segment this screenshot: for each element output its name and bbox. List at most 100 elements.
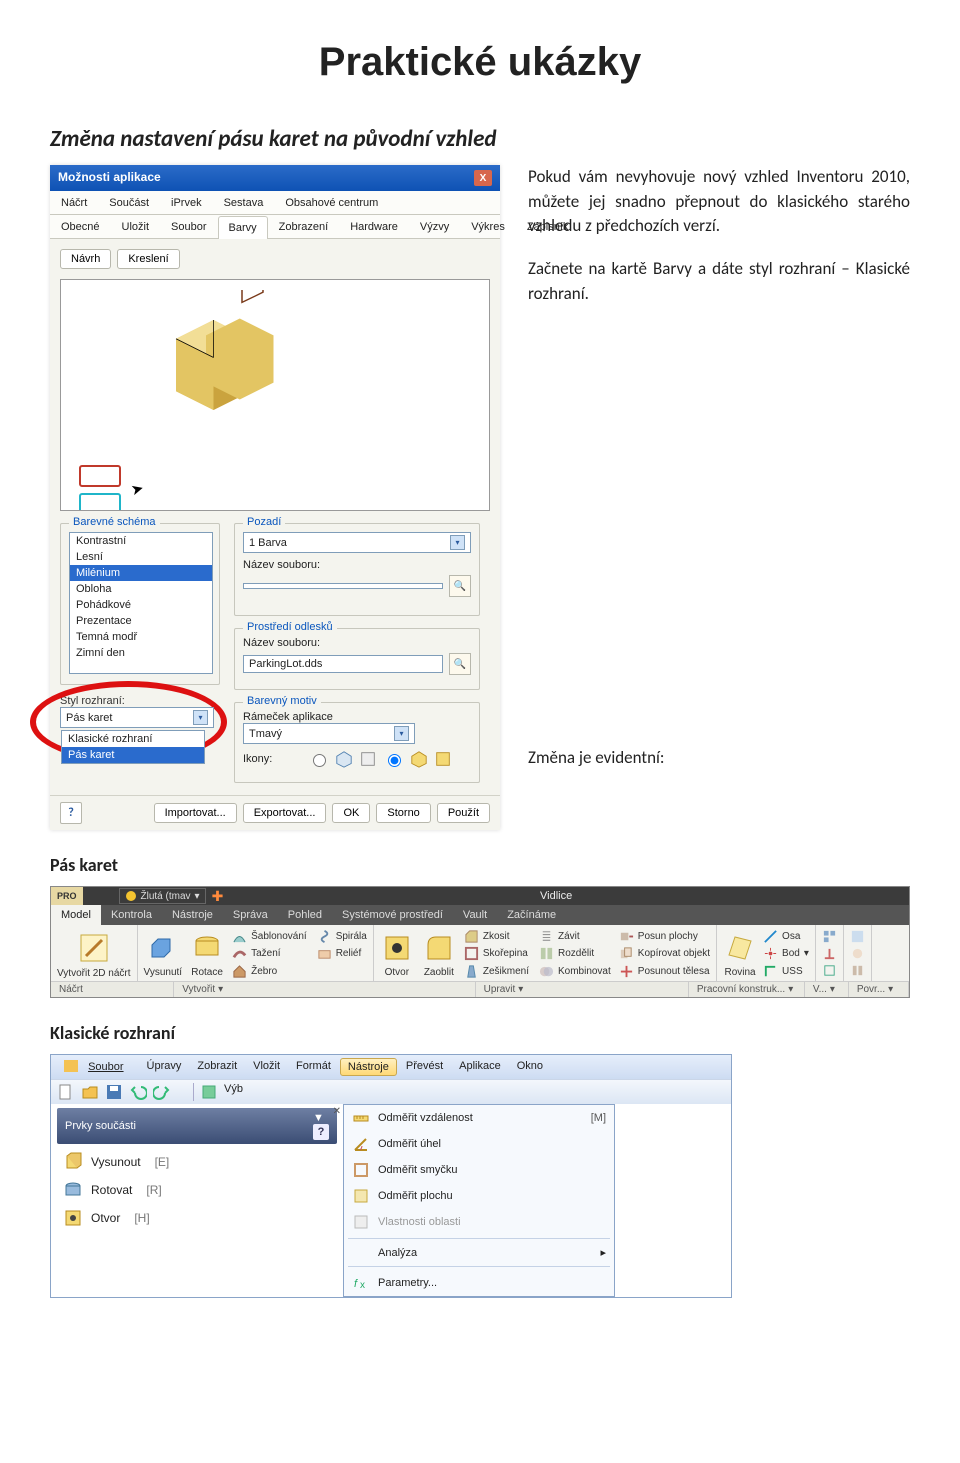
menu-soubor[interactable]: Soubor [57, 1058, 138, 1076]
rib-button[interactable]: Žebro [232, 964, 307, 979]
revolve-icon[interactable] [190, 931, 224, 965]
misc-button[interactable] [822, 946, 837, 961]
tool-otvor[interactable]: Otvor[H] [57, 1204, 337, 1232]
tab-obecne[interactable]: Obecné [50, 215, 111, 238]
browse-button[interactable]: 🔍 [449, 653, 471, 675]
tab-sestava[interactable]: Sestava [213, 191, 275, 214]
browse-button[interactable]: 🔍 [449, 575, 471, 597]
close-icon[interactable]: ✕ [333, 1106, 341, 1117]
swatch-red[interactable] [79, 465, 121, 487]
menu-measure-distance[interactable]: Odměřit vzdálenost[M] [344, 1105, 614, 1131]
split-button[interactable]: Rozdělit [539, 946, 611, 961]
point-button[interactable]: Bod ▾ [763, 946, 809, 961]
tab-zobrazeni[interactable]: Zobrazení [268, 215, 340, 238]
frame-combo[interactable]: Tmavý ▾ [243, 723, 415, 744]
chevron-down-icon[interactable]: ▾ [193, 710, 208, 725]
sketch-icon[interactable] [77, 931, 111, 965]
tab-soubor[interactable]: Soubor [160, 215, 217, 238]
background-combo[interactable]: 1 Barva ▾ [243, 532, 471, 553]
hole-icon[interactable] [380, 931, 414, 965]
scheme-item[interactable]: Prezentace [70, 613, 212, 629]
coil-button[interactable]: Spirála [317, 929, 367, 944]
shell-button[interactable]: Skořepina [464, 946, 529, 961]
ucs-button[interactable]: USS [763, 964, 809, 979]
misc-button[interactable] [822, 963, 837, 978]
tab-systemove[interactable]: Systémové prostředí [332, 905, 453, 925]
scheme-item[interactable]: Milénium [70, 565, 212, 581]
plane-button[interactable]: Rovina [723, 967, 757, 978]
tab-vault[interactable]: Vault [453, 905, 497, 925]
scheme-item[interactable]: Pohádkové [70, 597, 212, 613]
tab-iprvek[interactable]: iPrvek [160, 191, 213, 214]
tab-ulozit[interactable]: Uložit [111, 215, 161, 238]
style-option-paskaret[interactable]: Pás karet [62, 747, 204, 763]
save-icon[interactable] [105, 1083, 123, 1101]
tab-zaciname[interactable]: Začínáme [497, 905, 566, 925]
menu-prevest[interactable]: Převést [399, 1058, 450, 1076]
style-combo[interactable]: Pás karet ▾ Klasické rozhraní Pás karet [60, 707, 214, 728]
menu-aplikace[interactable]: Aplikace [452, 1058, 508, 1076]
menu-format[interactable]: Formát [289, 1058, 338, 1076]
close-icon[interactable]: X [474, 170, 492, 186]
swatch-cyan[interactable] [79, 493, 121, 511]
copy-object-button[interactable]: Kopírovat objekt [619, 946, 710, 961]
icon-style-radio[interactable] [313, 754, 326, 767]
menu-parametry[interactable]: fx Parametry... [344, 1270, 614, 1296]
new-icon[interactable] [57, 1083, 75, 1101]
chamfer-button[interactable]: Zkosit [464, 929, 529, 944]
tab-vykres[interactable]: Výkres [460, 215, 516, 238]
panel-footer-vytvorit[interactable]: Vytvořit ▾ [174, 982, 475, 997]
scheme-item[interactable]: Lesní [70, 549, 212, 565]
color-scheme-listbox[interactable]: Kontrastní Lesní Milénium Obloha Pohádko… [69, 532, 213, 674]
open-icon[interactable] [81, 1083, 99, 1101]
misc-button[interactable] [822, 929, 837, 944]
extrude-icon[interactable] [144, 931, 178, 965]
filename-field[interactable] [243, 583, 443, 589]
export-button[interactable]: Exportovat... [243, 803, 327, 823]
tab-barvy[interactable]: Barvy [218, 216, 268, 239]
import-button[interactable]: Importovat... [154, 803, 237, 823]
scheme-item[interactable]: Zimní den [70, 645, 212, 661]
menu-upravy[interactable]: Úpravy [140, 1058, 189, 1076]
menu-measure-angle[interactable]: Odměřit úhel [344, 1131, 614, 1157]
reflection-file-field[interactable]: ParkingLot.dds [243, 655, 443, 673]
color-combo[interactable]: Žlutá (tmav▾ [119, 888, 206, 904]
icon-style-radio[interactable] [388, 754, 401, 767]
tab-soucast[interactable]: Součást [98, 191, 160, 214]
sweep-button[interactable]: Tažení [232, 946, 307, 961]
menu-measure-area[interactable]: Odměřit plochu [344, 1183, 614, 1209]
scheme-item[interactable]: Temná modř [70, 629, 212, 645]
tab-model[interactable]: Model [51, 905, 101, 925]
help-icon[interactable]: ? [313, 1124, 329, 1140]
menu-zobrazit[interactable]: Zobrazit [190, 1058, 244, 1076]
kresleni-button[interactable]: Kreslení [117, 249, 179, 269]
tab-pohled[interactable]: Pohled [278, 905, 332, 925]
menu-vlozit[interactable]: Vložit [246, 1058, 287, 1076]
tab-obsahove-centrum[interactable]: Obsahové centrum [274, 191, 389, 214]
revolve-button[interactable]: Rotace [190, 967, 224, 978]
emboss-button[interactable]: Reliéf [317, 946, 367, 961]
move-face-button[interactable]: Posun plochy [619, 929, 710, 944]
tab-nacrt[interactable]: Náčrt [50, 191, 98, 214]
fillet-icon[interactable] [422, 931, 456, 965]
thread-button[interactable]: Závit [539, 929, 611, 944]
tab-vyzvy[interactable]: Výzvy [409, 215, 460, 238]
panel-footer-povr[interactable]: Povr... ▾ [849, 982, 909, 997]
draft-button[interactable]: Zešikmení [464, 964, 529, 979]
fillet-button[interactable]: Zaoblit [422, 967, 456, 978]
extrude-button[interactable]: Vysunutí [144, 967, 183, 978]
panel-footer-prac[interactable]: Pracovní konstruk... ▾ [689, 982, 805, 997]
move-bodies-button[interactable]: Posunout tělesa [619, 964, 710, 979]
tool-vysunout[interactable]: Vysunout[E] [57, 1148, 337, 1176]
scheme-item[interactable]: Kontrastní [70, 533, 212, 549]
panel-footer-upravit[interactable]: Upravit ▾ [476, 982, 689, 997]
cancel-button[interactable]: Storno [376, 803, 430, 823]
tab-nastroje[interactable]: Nástroje [162, 905, 223, 925]
navrh-button[interactable]: Návrh [60, 249, 111, 269]
tab-sprava[interactable]: Správa [223, 905, 278, 925]
tool-rotovat[interactable]: Rotovat[R] [57, 1176, 337, 1204]
help-button[interactable]: ? [60, 802, 82, 824]
menu-nastroje[interactable]: Nástroje [340, 1058, 397, 1076]
combine-button[interactable]: Kombinovat [539, 964, 611, 979]
ok-button[interactable]: OK [332, 803, 370, 823]
